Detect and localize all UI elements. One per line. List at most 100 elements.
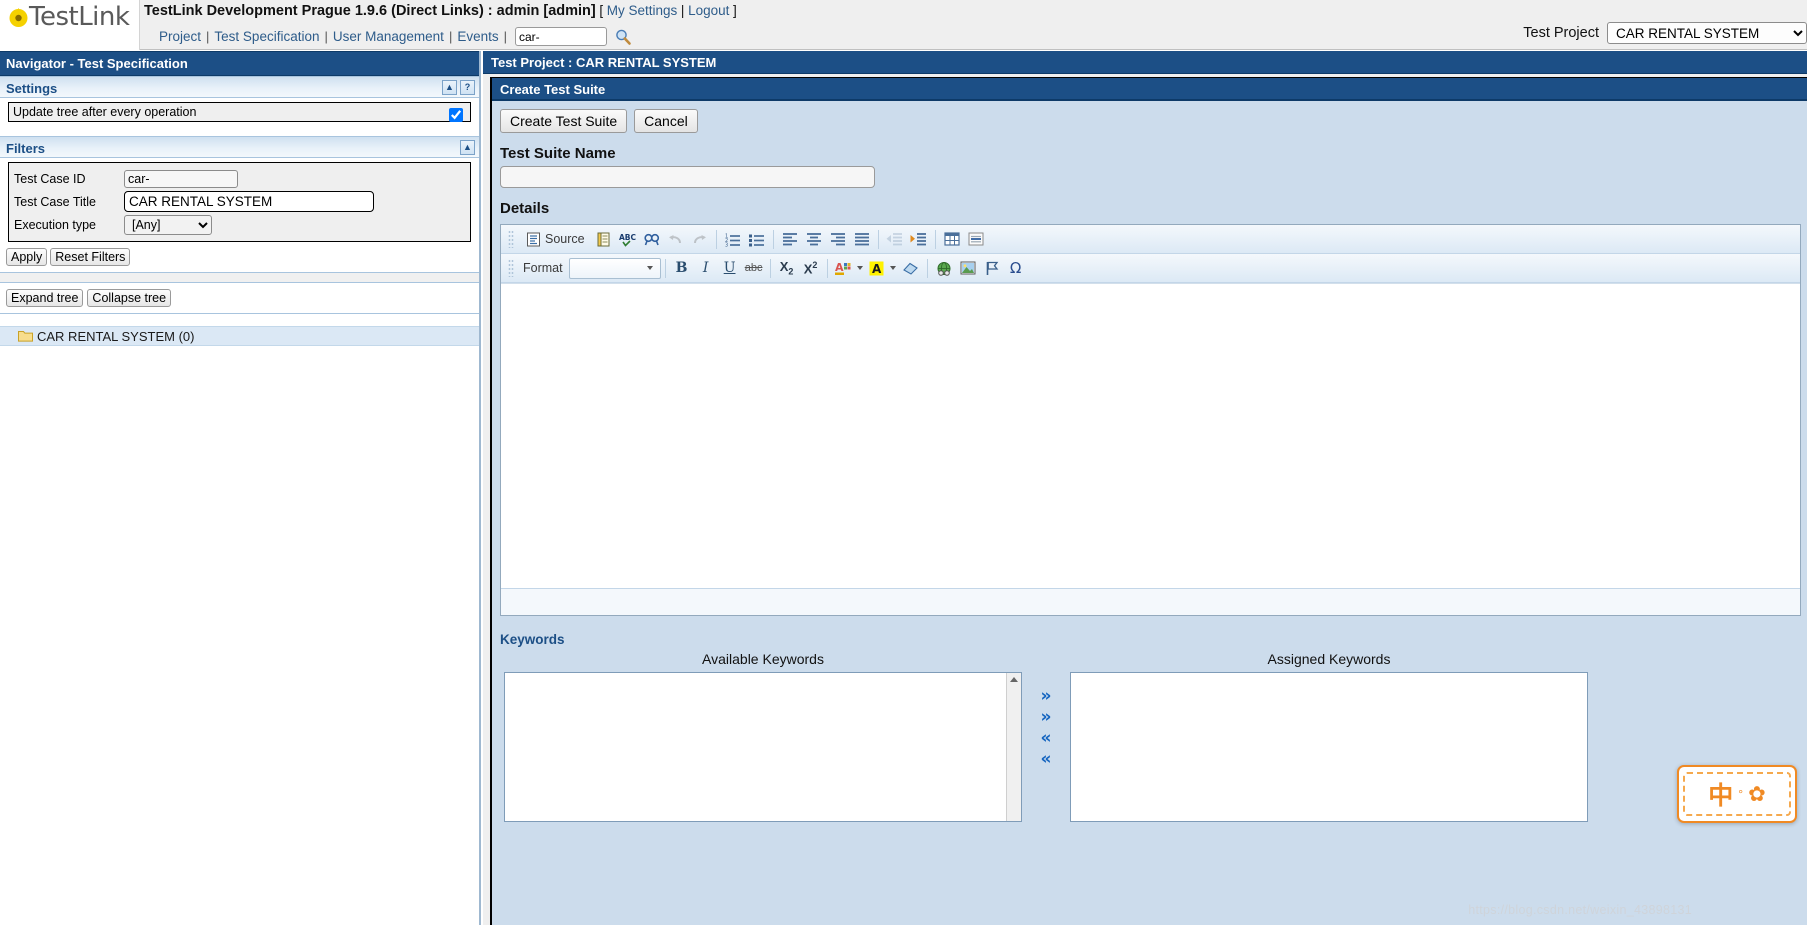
menu-item-project[interactable]: Project — [156, 29, 204, 44]
available-keywords-title: Available Keywords — [702, 651, 824, 667]
toolbar-grip-icon[interactable] — [508, 259, 514, 277]
search-icon[interactable] — [614, 28, 632, 46]
details-editor-body[interactable] — [501, 283, 1800, 588]
toolbar-separator — [772, 229, 774, 249]
special-char-icon[interactable]: Ω — [1004, 257, 1028, 280]
horizontal-rule-icon[interactable] — [964, 228, 988, 251]
add-keyword-button[interactable]: » — [1041, 688, 1052, 705]
align-center-icon[interactable] — [802, 228, 826, 251]
collapse-tree-button[interactable]: Collapse tree — [87, 289, 172, 307]
ime-flower-icon[interactable]: ✿ — [1748, 782, 1766, 807]
subscript-icon[interactable]: X2 — [775, 257, 799, 280]
toolbar-separator — [926, 258, 928, 278]
image-icon[interactable] — [956, 257, 980, 280]
numbered-list-icon[interactable]: 1 2 3 — [721, 228, 745, 251]
filters-collapse-icon[interactable]: ▲ — [460, 140, 475, 155]
test-case-title-input[interactable] — [124, 191, 374, 212]
menu-item-test-specification[interactable]: Test Specification — [211, 29, 322, 44]
background-color-icon[interactable]: A — [866, 257, 899, 280]
apply-button[interactable]: Apply — [6, 248, 48, 266]
main-pane: Test Project : CAR RENTAL SYSTEM Create … — [483, 51, 1807, 925]
editor-status-bar — [501, 588, 1800, 615]
bold-icon[interactable]: B — [670, 257, 694, 280]
toolbar-grip-icon[interactable] — [508, 230, 514, 248]
format-label: Format — [523, 261, 563, 275]
ime-mode-label[interactable]: 中 — [1708, 776, 1733, 812]
create-test-suite-button[interactable]: Create Test Suite — [500, 109, 628, 133]
strikethrough-icon[interactable]: abc — [742, 257, 766, 280]
settings-heading: Settings — [6, 81, 58, 96]
align-left-icon[interactable] — [778, 228, 802, 251]
my-settings-link[interactable]: My Settings — [607, 3, 678, 18]
settings-option-label: Update tree after every operation — [13, 105, 197, 119]
remove-keyword-button[interactable]: « — [1041, 730, 1052, 747]
test-project-select[interactable]: CAR RENTAL SYSTEM — [1607, 22, 1807, 44]
logout-link[interactable]: Logout — [688, 3, 729, 18]
test-case-id-input[interactable] — [124, 169, 238, 188]
assigned-keywords-list[interactable] — [1070, 672, 1588, 822]
menu-sep-4: | — [503, 29, 507, 44]
add-all-keywords-button[interactable]: » — [1041, 709, 1052, 726]
test-project-label: Test Project — [1523, 25, 1599, 41]
menu-item-events[interactable]: Events — [454, 29, 501, 44]
tree-spacer — [0, 314, 479, 326]
settings-gap — [0, 122, 479, 136]
header-title-row: TestLink Development Prague 1.9.6 (Direc… — [140, 0, 737, 22]
superscript-icon[interactable]: X2 — [799, 257, 823, 280]
align-right-icon[interactable] — [826, 228, 850, 251]
create-test-suite-frame: Create Test Suite Create Test Suite Canc… — [490, 77, 1807, 925]
text-color-icon[interactable]: A — [832, 257, 866, 280]
settings-section-header: Settings ▲ ? — [0, 76, 479, 98]
filter-row-test-case-id: Test Case ID — [14, 167, 465, 190]
svg-text:A: A — [872, 262, 882, 276]
filter-row-execution-type: Execution type [Any] — [14, 213, 465, 236]
format-select[interactable] — [568, 257, 661, 279]
available-keywords-column: Available Keywords — [500, 651, 1026, 822]
ime-inner-frame: 中 ° ✿ — [1683, 772, 1791, 816]
anchor-icon[interactable] — [980, 257, 1004, 280]
remove-all-keywords-button[interactable]: « — [1041, 751, 1052, 768]
templates-icon[interactable] — [592, 228, 616, 251]
scroll-up-icon[interactable] — [1010, 677, 1018, 682]
bulleted-list-icon[interactable] — [745, 228, 769, 251]
menu-item-user-management[interactable]: User Management — [330, 29, 447, 44]
undo-icon[interactable] — [664, 228, 688, 251]
italic-icon[interactable]: I — [694, 257, 718, 280]
table-icon[interactable] — [940, 228, 964, 251]
header-pipe-1: | — [680, 3, 685, 18]
available-keywords-list[interactable] — [504, 672, 1022, 822]
test-suite-name-input[interactable] — [500, 166, 875, 188]
outdent-icon[interactable] — [883, 228, 907, 251]
link-icon[interactable] — [932, 257, 956, 280]
svg-text:A: A — [835, 261, 844, 274]
ime-dot-icon: ° — [1738, 787, 1744, 801]
details-heading: Details — [500, 200, 550, 217]
filters-box: Test Case ID Test Case Title Execution t… — [8, 162, 471, 242]
settings-collapse-icon[interactable]: ▲ — [442, 80, 457, 95]
ime-floating-widget[interactable]: 中 ° ✿ — [1677, 765, 1797, 823]
reset-filters-button[interactable]: Reset Filters — [50, 248, 131, 266]
test-suite-name-heading: Test Suite Name — [500, 145, 616, 162]
filter-actions: Apply Reset Filters — [0, 242, 479, 272]
find-replace-icon[interactable] — [640, 228, 664, 251]
test-project-bar: Test Project : CAR RENTAL SYSTEM — [483, 51, 1807, 74]
toolbar-separator — [826, 258, 828, 278]
align-justify-icon[interactable] — [850, 228, 874, 251]
indent-icon[interactable] — [907, 228, 931, 251]
available-keywords-scrollbar[interactable] — [1006, 673, 1021, 821]
redo-icon[interactable] — [688, 228, 712, 251]
remove-format-icon[interactable] — [899, 257, 923, 280]
settings-help-icon[interactable]: ? — [460, 80, 475, 95]
underline-icon[interactable]: U — [718, 257, 742, 280]
cancel-button[interactable]: Cancel — [634, 109, 698, 133]
spellcheck-icon[interactable]: ABC — [616, 228, 640, 251]
filter-label-execution-type: Execution type — [14, 217, 96, 232]
expand-tree-button[interactable]: Expand tree — [6, 289, 84, 307]
search-input[interactable] — [515, 27, 607, 46]
source-icon[interactable]: Source — [519, 228, 592, 251]
filter-row-test-case-title: Test Case Title — [14, 190, 465, 213]
tree-node-car-rental-system[interactable]: CAR RENTAL SYSTEM (0) — [0, 326, 479, 346]
chevron-down-icon — [856, 266, 863, 270]
execution-type-select[interactable]: [Any] — [124, 214, 212, 235]
update-tree-checkbox[interactable] — [449, 108, 463, 122]
